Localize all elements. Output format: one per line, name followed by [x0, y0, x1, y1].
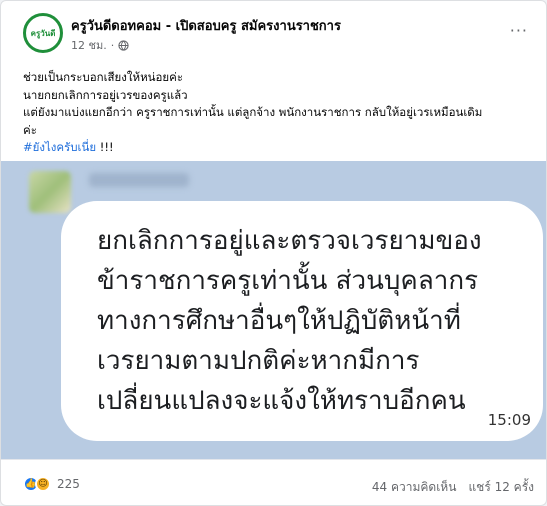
post-stats: 44 ความคิดเห็น แชร์ 12 ครั้ง — [372, 478, 534, 497]
haha-icon: ☺ — [35, 476, 51, 492]
hashtag-line: #ยังไงครับเนี่ย !!! — [23, 139, 532, 157]
shares-count-link[interactable]: แชร์ 12 ครั้ง — [468, 478, 534, 497]
post-meta: 12 ชม. · — [71, 36, 129, 54]
chat-bubble: ยกเลิกการอยู่และตรวจเวรยามของ ข้าราชการค… — [61, 201, 543, 441]
page-name-link[interactable]: ครูวันดีดอทคอม - เปิดสอบครู สมัครงานราชก… — [71, 15, 341, 36]
chat-bubble-text: ยกเลิกการอยู่และตรวจเวรยามของ ข้าราชการค… — [97, 221, 525, 421]
post-line-2: นายกยกเลิกการอยู่เวรของครูแล้ว — [23, 87, 188, 102]
avatar-label: ครูวันดี — [30, 28, 56, 38]
post-body: ช่วยเป็นกระบอกเสียงให้หน่อยค่ะ นายกยกเลิ… — [23, 69, 532, 157]
post-line-1: ช่วยเป็นกระบอกเสียงให้หน่อยค่ะ — [23, 70, 184, 84]
comments-count-link[interactable]: 44 ความคิดเห็น — [372, 478, 457, 497]
bubble-line-2: ข้าราชการครูเท่านั้น ส่วนบุคลากร — [97, 266, 479, 296]
globe-icon — [118, 39, 129, 51]
chat-time: 15:09 — [487, 411, 531, 429]
hashtag-link[interactable]: #ยังไงครับเนี่ย — [23, 140, 96, 154]
blurred-name — [89, 173, 189, 187]
post-image[interactable]: ยกเลิกการอยู่และตรวจเวรยามของ ข้าราชการค… — [1, 161, 546, 459]
bubble-line-5: เปลี่ยนแปลงจะแจ้งให้ทราบอีกคน — [97, 386, 466, 416]
reactions-summary[interactable]: 👍 ☺ 225 — [23, 476, 80, 492]
post-footer: 👍 ☺ 225 44 ความคิดเห็น แชร์ 12 ครั้ง — [1, 459, 546, 505]
post-card: ครูวันดี ครูวันดีดอทคอม - เปิดสอบครู สมั… — [0, 0, 547, 506]
post-line-4: ค่ะ — [23, 122, 37, 137]
bubble-line-3: ทางการศึกษาอื่นๆให้ปฏิบัติหน้าที่ — [97, 306, 461, 336]
bubble-line-4: เวรยามตามปกติค่ะหากมีการ — [97, 346, 420, 376]
post-time[interactable]: 12 ชม. — [71, 36, 107, 54]
hashtag-suffix: !!! — [96, 140, 114, 154]
reaction-count: 225 — [57, 477, 80, 491]
more-options-icon[interactable]: ··· — [510, 21, 528, 40]
blurred-avatar — [29, 171, 71, 213]
post-header: ครูวันดี ครูวันดีดอทคอม - เปิดสอบครู สมั… — [15, 11, 532, 55]
bubble-line-1: ยกเลิกการอยู่และตรวจเวรยามของ — [97, 226, 482, 256]
post-line-3: แต่ยังมาแบ่งแยกอีกว่า ครูราชการเท่านั้น … — [23, 105, 483, 119]
page-avatar[interactable]: ครูวันดี — [23, 13, 63, 53]
